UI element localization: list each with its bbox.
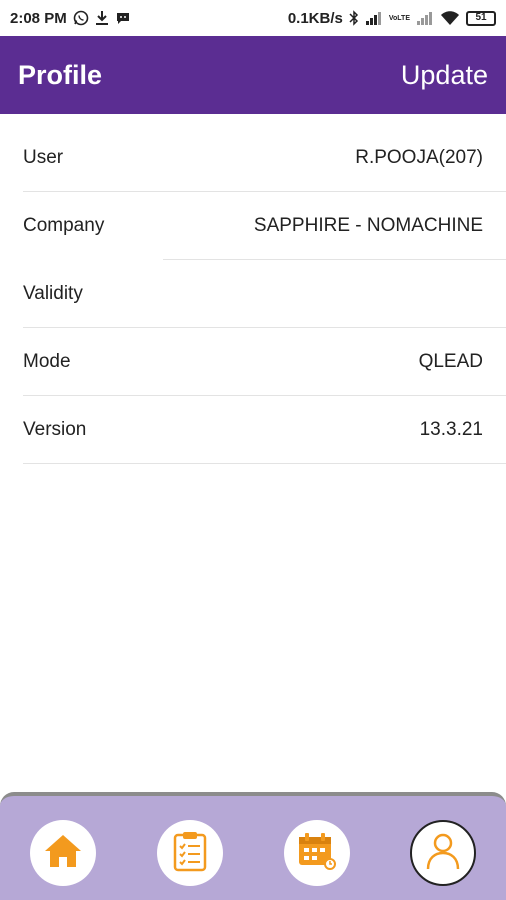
clipboard-checklist-icon	[172, 830, 208, 877]
status-bar: 2:08 PM 0.1KB/s VoLTE 51	[0, 0, 506, 36]
row-label: User	[23, 147, 64, 168]
volte-label: VoLTE	[388, 14, 410, 22]
row-label: Company	[23, 215, 105, 236]
download-icon	[95, 10, 109, 26]
update-button[interactable]: Update	[401, 60, 488, 91]
volte-icon: VoLTE	[389, 15, 410, 22]
nav-home-button[interactable]	[30, 820, 96, 886]
wifi-icon	[440, 10, 460, 26]
home-icon	[42, 832, 84, 875]
status-right: 0.1KB/s VoLTE 51	[288, 10, 496, 27]
signal-icon-2	[416, 11, 434, 25]
network-speed: 0.1KB/s	[287, 9, 343, 27]
chat-bubble-icon	[115, 10, 131, 26]
signal-icon	[365, 11, 383, 25]
app-bar: Profile Update	[0, 36, 506, 114]
battery-indicator: 51	[466, 10, 496, 26]
profile-row-validity: Validity	[0, 260, 506, 328]
row-value: QLEAD	[418, 351, 483, 372]
row-value: 13.3.21	[419, 419, 483, 440]
row-label: Mode	[23, 351, 71, 372]
nav-profile-button[interactable]	[410, 820, 476, 886]
nav-calendar-button[interactable]	[284, 820, 350, 886]
bottom-nav	[0, 792, 506, 900]
user-icon	[425, 831, 461, 876]
row-value: SAPPHIRE - NOMACHINE	[253, 215, 483, 236]
row-value: R.POOJA(207)	[355, 147, 483, 168]
profile-row-mode: Mode QLEAD	[0, 328, 506, 396]
row-label: Validity	[23, 283, 83, 304]
calendar-icon	[296, 831, 338, 876]
profile-row-user: User R.POOJA(207)	[0, 124, 506, 192]
profile-row-version: Version 13.3.21	[0, 396, 506, 464]
whatsapp-icon	[73, 10, 89, 26]
profile-details: User R.POOJA(207) Company SAPPHIRE - NOM…	[0, 124, 506, 464]
bluetooth-icon	[349, 10, 359, 26]
status-time: 2:08 PM	[10, 9, 67, 27]
profile-row-company: Company SAPPHIRE - NOMACHINE	[0, 192, 506, 260]
row-label: Version	[23, 419, 87, 440]
page-title: Profile	[18, 59, 103, 90]
status-left: 2:08 PM	[10, 10, 131, 27]
nav-tasks-button[interactable]	[157, 820, 223, 886]
